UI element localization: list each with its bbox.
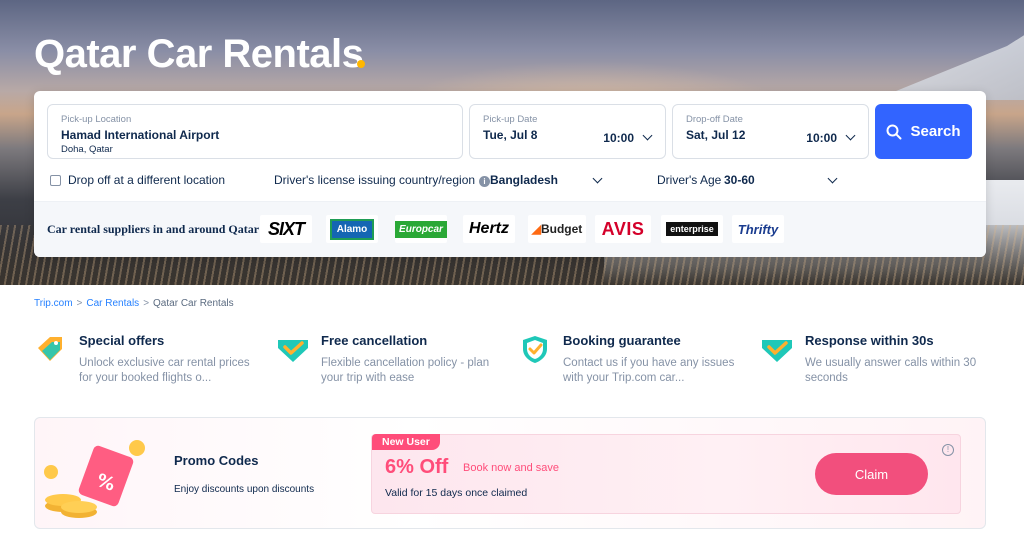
feature-booking-guarantee: Booking guarantee Contact us if you have…	[518, 330, 748, 390]
avis-logo[interactable]: AVIS	[595, 215, 651, 243]
promo-subtitle: Enjoy discounts upon discounts	[174, 484, 315, 495]
coupon-coins-illustration: %	[44, 440, 145, 518]
breadcrumb-item-car-rentals[interactable]: Car Rentals	[86, 298, 139, 309]
thrifty-logo-text: Thrifty	[737, 221, 779, 237]
check-badge-icon	[278, 340, 308, 362]
sixt-logo-text: SIXT	[267, 218, 305, 239]
new-user-badge: New User	[372, 434, 440, 450]
airplane-wing-image	[874, 10, 1024, 100]
driver-age-label: Driver's Age	[657, 173, 722, 187]
search-button[interactable]: Search	[875, 104, 972, 159]
feature-description: Flexible cancellation policy - plan your…	[321, 357, 490, 384]
search-button-label: Search	[910, 123, 961, 140]
pickup-location-value: Hamad International Airport	[61, 128, 220, 142]
budget-logo-text: ◢Budget	[531, 222, 583, 236]
search-panel: Pick-up Location Hamad International Air…	[34, 91, 986, 257]
pickup-date-label: Pick-up Date	[483, 114, 538, 125]
europcar-logo[interactable]: Europcar	[395, 215, 447, 243]
dropoff-date-label: Drop-off Date	[686, 114, 743, 125]
alamo-logo-text: Alamo	[329, 218, 375, 240]
feature-title: Booking guarantee	[563, 333, 681, 348]
page-title: Qatar Car Rentals	[34, 32, 364, 76]
sixt-logo[interactable]: SIXT	[260, 215, 312, 243]
feature-title: Free cancellation	[321, 333, 428, 348]
budget-logo-label: Budget	[540, 222, 583, 236]
license-country-label-text: Driver's license issuing country/region	[274, 173, 476, 187]
different-dropoff-checkbox[interactable]	[50, 175, 61, 186]
claim-button[interactable]: Claim	[815, 453, 928, 495]
feature-description: We usually answer calls within 30 second…	[805, 357, 977, 384]
feature-description: Contact us if you have any issues with y…	[563, 357, 735, 384]
pickup-time-select[interactable]: 10:00	[603, 130, 653, 145]
pickup-location-label: Pick-up Location	[61, 114, 132, 125]
promo-codes-banner: % Promo Codes Enjoy discounts upon disco…	[34, 417, 986, 529]
feature-title: Special offers	[79, 333, 165, 348]
shield-check-icon	[523, 336, 547, 363]
feature-response-time: Response within 30s We usually answer ca…	[760, 330, 990, 390]
search-icon	[886, 124, 902, 139]
claim-button-label: Claim	[854, 466, 889, 482]
license-country-label: Driver's license issuing country/region i	[274, 173, 491, 187]
dropoff-time-select[interactable]: 10:00	[806, 130, 856, 145]
feature-title: Response within 30s	[805, 333, 934, 348]
pickup-time-value: 10:00	[603, 131, 634, 145]
promo-title: Promo Codes	[174, 453, 259, 468]
breadcrumb: Trip.com > Car Rentals > Qatar Car Rentals	[34, 298, 234, 309]
breadcrumb-separator: >	[76, 298, 83, 309]
thrifty-logo[interactable]: Thrifty	[732, 215, 784, 243]
feature-free-cancellation: Free cancellation Flexible cancellation …	[276, 330, 506, 390]
suppliers-strip: Car rental suppliers in and around Qatar…	[34, 201, 986, 257]
suppliers-label: Car rental suppliers in and around Qatar	[47, 222, 260, 236]
hertz-logo[interactable]: Hertz	[463, 215, 515, 243]
avis-logo-text: AVIS	[601, 218, 645, 239]
license-country-select[interactable]: Bangladesh	[490, 173, 558, 187]
alamo-logo[interactable]: Alamo	[326, 215, 378, 243]
different-dropoff-label[interactable]: Drop off at a different location	[68, 173, 225, 187]
breadcrumb-item-home[interactable]: Trip.com	[34, 298, 73, 309]
info-icon[interactable]: !	[942, 444, 954, 456]
pickup-location-field[interactable]: Pick-up Location Hamad International Air…	[47, 104, 463, 159]
tag-icon	[38, 337, 62, 361]
chevron-down-icon	[642, 130, 653, 141]
check-badge-icon	[762, 340, 792, 362]
europcar-logo-text: Europcar	[395, 220, 447, 238]
enterprise-logo-text: enterprise	[666, 222, 718, 236]
chevron-down-icon[interactable]	[592, 173, 603, 184]
dropoff-date-field[interactable]: Drop-off Date Sat, Jul 12 10:00	[672, 104, 869, 159]
discount-value: 6% Off	[385, 456, 449, 478]
chevron-down-icon	[845, 130, 856, 141]
chevron-down-icon[interactable]	[827, 173, 838, 184]
driver-age-select[interactable]: 30-60	[724, 173, 755, 187]
budget-logo[interactable]: ◢Budget	[528, 215, 586, 243]
feature-special-offers: Special offers Unlock exclusive car rent…	[34, 330, 264, 390]
hertz-logo-text: Hertz	[468, 220, 509, 237]
breadcrumb-separator: >	[143, 298, 150, 309]
feature-description: Unlock exclusive car rental prices for y…	[79, 357, 250, 384]
info-icon[interactable]: i	[479, 176, 491, 187]
title-dot-decoration	[357, 60, 365, 68]
pickup-date-field[interactable]: Pick-up Date Tue, Jul 8 10:00	[469, 104, 666, 159]
dropoff-time-value: 10:00	[806, 131, 837, 145]
breadcrumb-item-current: Qatar Car Rentals	[153, 298, 234, 309]
options-row: Drop off at a different location Driver'…	[34, 171, 986, 193]
enterprise-logo[interactable]: enterprise	[661, 215, 723, 243]
validity-text: Valid for 15 days once claimed	[385, 487, 528, 499]
discount-subtext: Book now and save	[463, 462, 560, 474]
pickup-location-subtext: Doha, Qatar	[61, 144, 113, 155]
